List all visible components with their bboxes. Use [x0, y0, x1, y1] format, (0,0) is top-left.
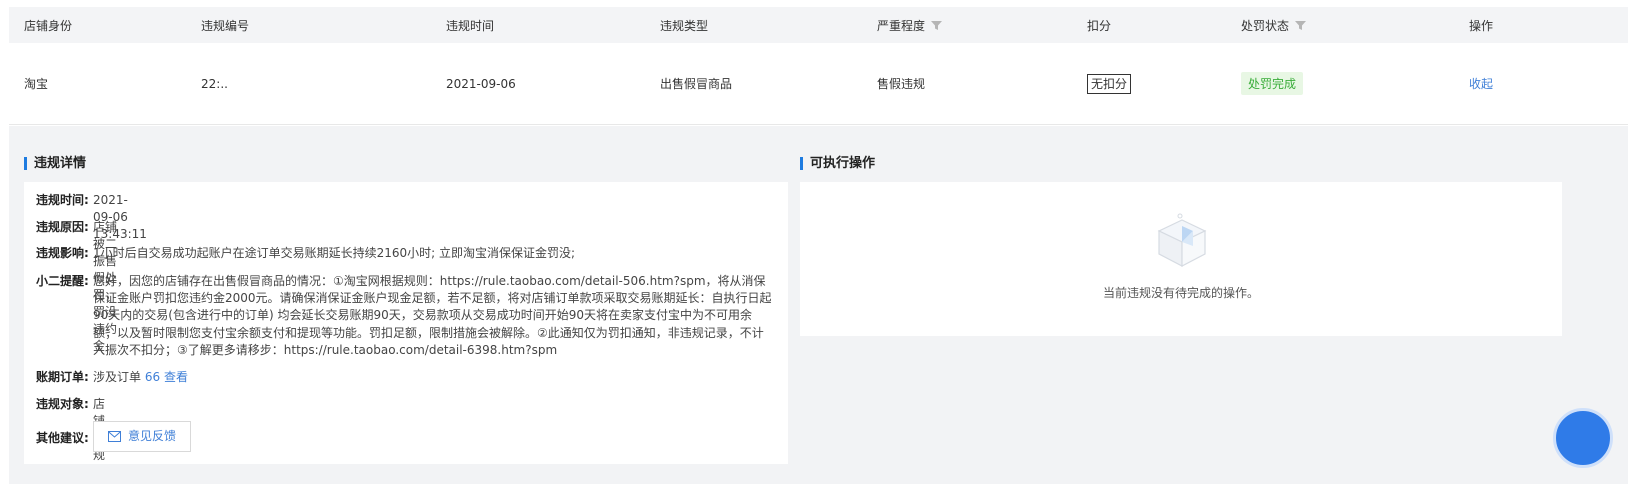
orders-view-link[interactable]: 查看	[164, 370, 188, 384]
cell-violation-no: 22:..	[201, 76, 228, 91]
header-violation-type: 违规类型	[660, 18, 709, 33]
floating-help-button[interactable]	[1553, 408, 1613, 468]
detail-orders-label: 账期订单:	[36, 370, 89, 384]
feedback-button[interactable]: 意见反馈	[93, 421, 191, 452]
actions-section-title: 可执行操作	[800, 157, 875, 170]
header-operation: 操作	[1469, 18, 1494, 33]
deduction-tag: 无扣分	[1087, 73, 1132, 94]
header-violation-no: 违规编号	[201, 18, 250, 33]
cell-violation-type: 出售假冒商品	[660, 77, 733, 91]
header-penalty-status: 处罚状态	[1241, 7, 1307, 43]
cell-shop-identity: 淘宝	[24, 77, 49, 91]
header-penalty-status-label: 处罚状态	[1241, 18, 1290, 33]
detail-section-title: 违规详情	[24, 157, 86, 170]
header-severity-label: 严重程度	[877, 18, 926, 33]
detail-suggest-row: 其他建议: 意见反馈	[36, 421, 236, 452]
filter-icon[interactable]	[1295, 20, 1307, 30]
orders-count-link[interactable]: 66	[145, 370, 160, 384]
orders-prefix: 涉及订单	[93, 370, 142, 384]
header-shop-identity: 店铺身份	[24, 18, 73, 33]
detail-suggest-label: 其他建议:	[36, 431, 89, 445]
table-header: 店铺身份 违规编号 违规时间 违规类型 严重程度 扣分 处罚状态 操作	[9, 7, 1628, 43]
collapse-link[interactable]: 收起	[1469, 75, 1493, 92]
detail-object-label: 违规对象:	[36, 397, 89, 411]
cell-penalty-status: 处罚完成	[1241, 43, 1304, 124]
feedback-button-label: 意见反馈	[127, 429, 176, 443]
cell-operation: 收起	[1469, 43, 1493, 124]
mail-icon	[107, 431, 121, 442]
status-badge: 处罚完成	[1241, 72, 1304, 95]
detail-time-label: 违规时间:	[36, 193, 89, 207]
detail-impact-value: 1小时后自交易成功起账户在途订单交易账期延长持续2160小时; 立即淘宝消保保证…	[93, 246, 576, 260]
detail-reason-label: 违规原因:	[36, 220, 89, 234]
cell-violation-time: 2021-09-06	[446, 76, 516, 91]
empty-box-icon	[1157, 213, 1207, 267]
detail-area: 违规详情 可执行操作 违规时间: 2021-09-06 13:43:11 违规原…	[9, 126, 1628, 484]
detail-reminder-value: 您好，因您的店铺存在出售假冒商品的情况：①淘宝网根据规则：https://rul…	[93, 274, 772, 357]
detail-orders-value: 涉及订单 66 查看	[93, 369, 188, 386]
violation-detail-panel: 违规时间: 2021-09-06 13:43:11 违规原因: 店铺被二振售假处…	[24, 182, 788, 464]
header-violation-time: 违规时间	[446, 18, 495, 33]
cell-severity: 售假违规	[877, 77, 926, 91]
filter-icon[interactable]	[931, 20, 943, 30]
detail-impact-label: 违规影响:	[36, 246, 89, 260]
cell-deduction: 无扣分	[1087, 43, 1132, 124]
actions-panel: 当前违规没有待完成的操作。	[800, 182, 1562, 336]
header-deduction: 扣分	[1087, 18, 1112, 33]
table-row: 淘宝 22:.. 2021-09-06 出售假冒商品 售假违规 无扣分 处罚完成…	[9, 43, 1628, 125]
detail-reminder-label: 小二提醒:	[36, 274, 89, 288]
header-severity: 严重程度	[877, 7, 943, 43]
empty-actions-text: 当前违规没有待完成的操作。	[1102, 286, 1259, 300]
